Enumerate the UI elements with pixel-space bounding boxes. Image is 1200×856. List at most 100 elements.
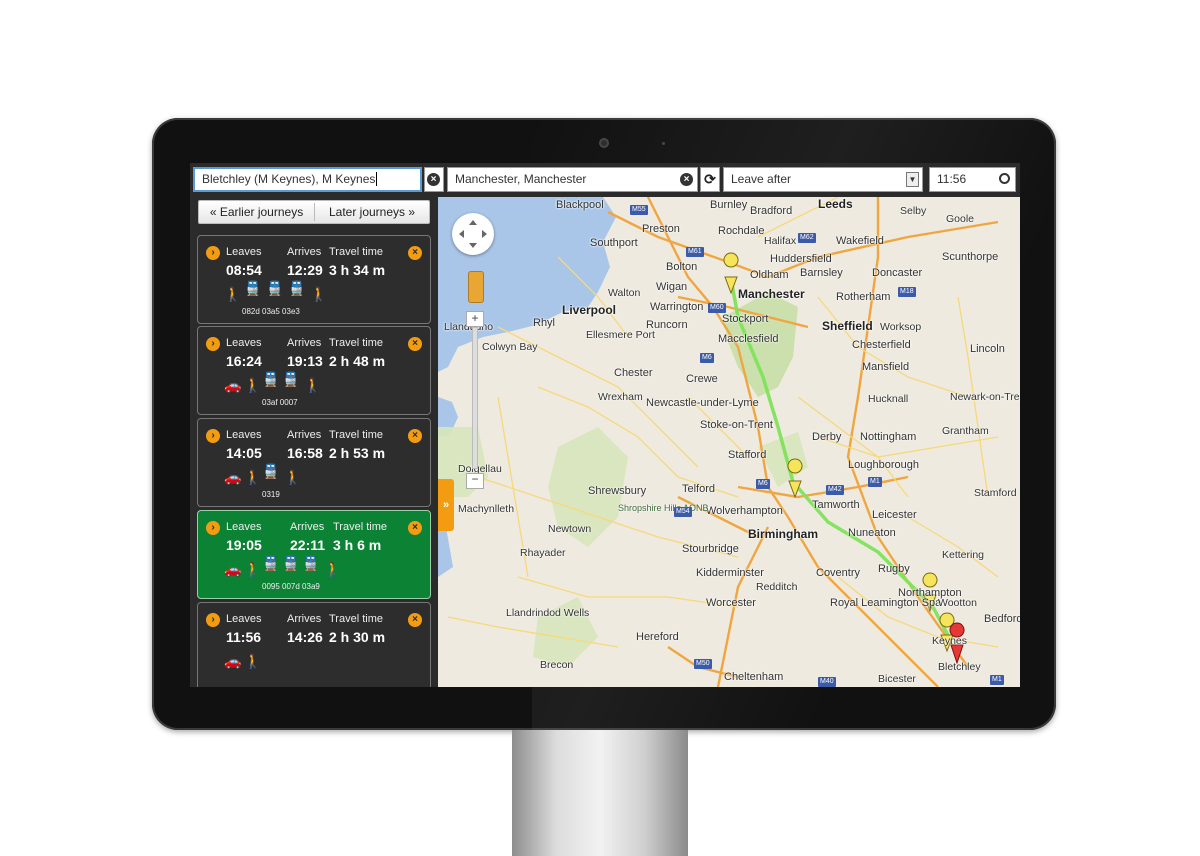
travel-time-value: 2 h 30 m bbox=[329, 629, 386, 645]
clock-icon[interactable] bbox=[999, 173, 1010, 184]
place-label-colwyn-bay: Colwyn Bay bbox=[482, 341, 538, 353]
car-icon: 🚗 bbox=[224, 561, 242, 577]
monitor-stand bbox=[512, 730, 688, 856]
journey-card[interactable]: › Leaves Arrives Travel time × 16:24 19:13 2 h … bbox=[197, 326, 431, 415]
car-icon: 🚗 bbox=[224, 653, 242, 669]
place-label-rhayader: Rhayader bbox=[520, 547, 566, 559]
mode-select[interactable]: Leave after ▼ bbox=[723, 167, 923, 192]
place-label-newcastle: Newcastle-under-Lyme bbox=[646, 397, 759, 409]
zoom-in-button[interactable]: + bbox=[466, 311, 484, 327]
place-label-stafford: Stafford bbox=[728, 449, 767, 461]
place-label-kettering: Kettering bbox=[942, 549, 985, 561]
expand-icon[interactable]: › bbox=[206, 337, 220, 351]
mode-value: Leave after bbox=[731, 172, 792, 186]
walk-icon: 🚶 bbox=[244, 469, 262, 485]
place-label-tamworth: Tamworth bbox=[812, 499, 860, 511]
place-label-birmingham: Birmingham bbox=[748, 527, 819, 541]
expand-icon[interactable]: › bbox=[206, 613, 220, 627]
place-label-manchester: Manchester bbox=[738, 287, 805, 301]
leaves-label: Leaves bbox=[226, 246, 262, 258]
place-label-machynlleth: Machynlleth bbox=[458, 503, 515, 515]
place-label-nuneaton: Nuneaton bbox=[848, 527, 896, 539]
place-label-shropshire: Shropshire Hills AONB bbox=[618, 503, 709, 513]
time-field[interactable]: 11:56 bbox=[929, 167, 1016, 192]
place-label-preston: Preston bbox=[642, 223, 680, 235]
place-label-oldham: Oldham bbox=[750, 269, 789, 281]
zoom-out-button[interactable]: − bbox=[466, 473, 484, 489]
place-label-liverpool: Liverpool bbox=[562, 303, 617, 317]
arrives-label: Arrives bbox=[290, 521, 325, 533]
place-label-wigan: Wigan bbox=[656, 281, 688, 293]
pegman-icon[interactable] bbox=[468, 271, 484, 303]
place-label-wrexham: Wrexham bbox=[598, 391, 643, 403]
time-value: 11:56 bbox=[937, 172, 967, 186]
train-icon: 🚆 bbox=[302, 555, 320, 571]
road-shield-m6a: M6 bbox=[700, 353, 714, 363]
pan-control[interactable] bbox=[452, 213, 494, 255]
road-shield-m62: M62 bbox=[798, 233, 816, 243]
service-codes: 03af 0007 bbox=[262, 398, 298, 407]
arrives-value: 16:58 bbox=[287, 445, 323, 461]
road-shield-m60: M60 bbox=[708, 303, 726, 313]
journey-card[interactable]: › Leaves Arrives Travel time × 19:05 22:11 3 h … bbox=[197, 510, 431, 599]
later-journeys-button[interactable]: Later journeys » bbox=[315, 201, 429, 223]
from-clear-button[interactable]: × bbox=[424, 167, 444, 192]
road-shield-m42: M42 bbox=[826, 485, 844, 495]
leaves-label: Leaves bbox=[226, 337, 262, 349]
journey-card[interactable]: › Leaves Arrives Travel time × 14:05 16:58 2 h … bbox=[197, 418, 431, 507]
place-label-redditch: Redditch bbox=[756, 581, 798, 593]
place-label-chesterfield: Chesterfield bbox=[852, 339, 911, 351]
remove-journey-icon[interactable]: × bbox=[408, 613, 422, 627]
travel-time-label: Travel time bbox=[329, 337, 383, 349]
remove-journey-icon[interactable]: × bbox=[408, 429, 422, 443]
place-label-stamford: Stamford bbox=[974, 487, 1017, 499]
place-label-worcester: Worcester bbox=[706, 597, 756, 609]
place-label-rochdale: Rochdale bbox=[718, 225, 765, 237]
swap-button[interactable]: ⟳ bbox=[700, 167, 720, 192]
leaves-label: Leaves bbox=[226, 521, 262, 533]
earlier-journeys-button[interactable]: « Earlier journeys bbox=[199, 201, 314, 223]
zoom-slider[interactable] bbox=[472, 327, 478, 469]
place-label-bolton: Bolton bbox=[666, 261, 698, 273]
leaves-value: 19:05 bbox=[226, 537, 262, 553]
expand-icon[interactable]: › bbox=[206, 429, 220, 443]
place-label-bicester: Bicester bbox=[878, 673, 916, 685]
road-shield-m1a: M1 bbox=[868, 477, 882, 487]
place-label-brecon: Brecon bbox=[540, 659, 574, 671]
arrives-label: Arrives bbox=[287, 337, 322, 349]
place-label-chester: Chester bbox=[614, 367, 653, 379]
place-label-wootton: Wootton bbox=[938, 597, 977, 609]
journey-card[interactable]: › Leaves Arrives Travel time × 11:56 14:26 2 h … bbox=[197, 602, 431, 687]
road-shield-m18: M18 bbox=[898, 287, 916, 297]
arrives-value: 12:29 bbox=[287, 262, 323, 278]
service-codes: 0095 007d 03a9 bbox=[262, 582, 320, 591]
journey-card[interactable]: › Leaves Arrives Travel time × 08:54 12:29 3 h … bbox=[197, 235, 431, 324]
train-icon: 🚆 bbox=[244, 280, 262, 296]
arrives-label: Arrives bbox=[287, 429, 322, 441]
place-label-macclesfield: Macclesfield bbox=[718, 333, 779, 345]
to-clear-icon[interactable]: × bbox=[680, 173, 693, 186]
leaves-value: 14:05 bbox=[226, 445, 262, 461]
journey-nav: « Earlier journeys Later journeys » bbox=[198, 200, 430, 224]
place-label-stourbridge: Stourbridge bbox=[682, 543, 739, 555]
collapse-panel-button[interactable]: » bbox=[438, 479, 454, 531]
place-label-hucknall: Hucknall bbox=[868, 393, 909, 405]
expand-icon[interactable]: › bbox=[206, 521, 220, 535]
place-label-bedford: Bedford bbox=[984, 613, 1020, 625]
remove-journey-icon[interactable]: × bbox=[408, 337, 422, 351]
place-label-rotherham: Rotherham bbox=[836, 291, 891, 303]
place-label-hereford: Hereford bbox=[636, 631, 679, 643]
leaves-label: Leaves bbox=[226, 613, 262, 625]
chevron-down-icon: ▼ bbox=[906, 172, 919, 187]
walk-icon: 🚶 bbox=[244, 377, 262, 393]
arrives-label: Arrives bbox=[287, 613, 322, 625]
remove-journey-icon[interactable]: × bbox=[408, 521, 422, 535]
remove-journey-icon[interactable]: × bbox=[408, 246, 422, 260]
from-field[interactable]: Bletchley (M Keynes), M Keynes bbox=[193, 167, 422, 192]
expand-icon[interactable]: › bbox=[206, 246, 220, 260]
travel-time-label: Travel time bbox=[329, 429, 383, 441]
route-map[interactable]: Blackpool Burnley Bradford Leeds Selby Rochda… bbox=[438, 197, 1020, 687]
place-label-halifax: Halifax bbox=[764, 235, 797, 247]
to-field[interactable]: Manchester, Manchester × bbox=[447, 167, 698, 192]
place-label-mansfield: Mansfield bbox=[862, 361, 910, 373]
